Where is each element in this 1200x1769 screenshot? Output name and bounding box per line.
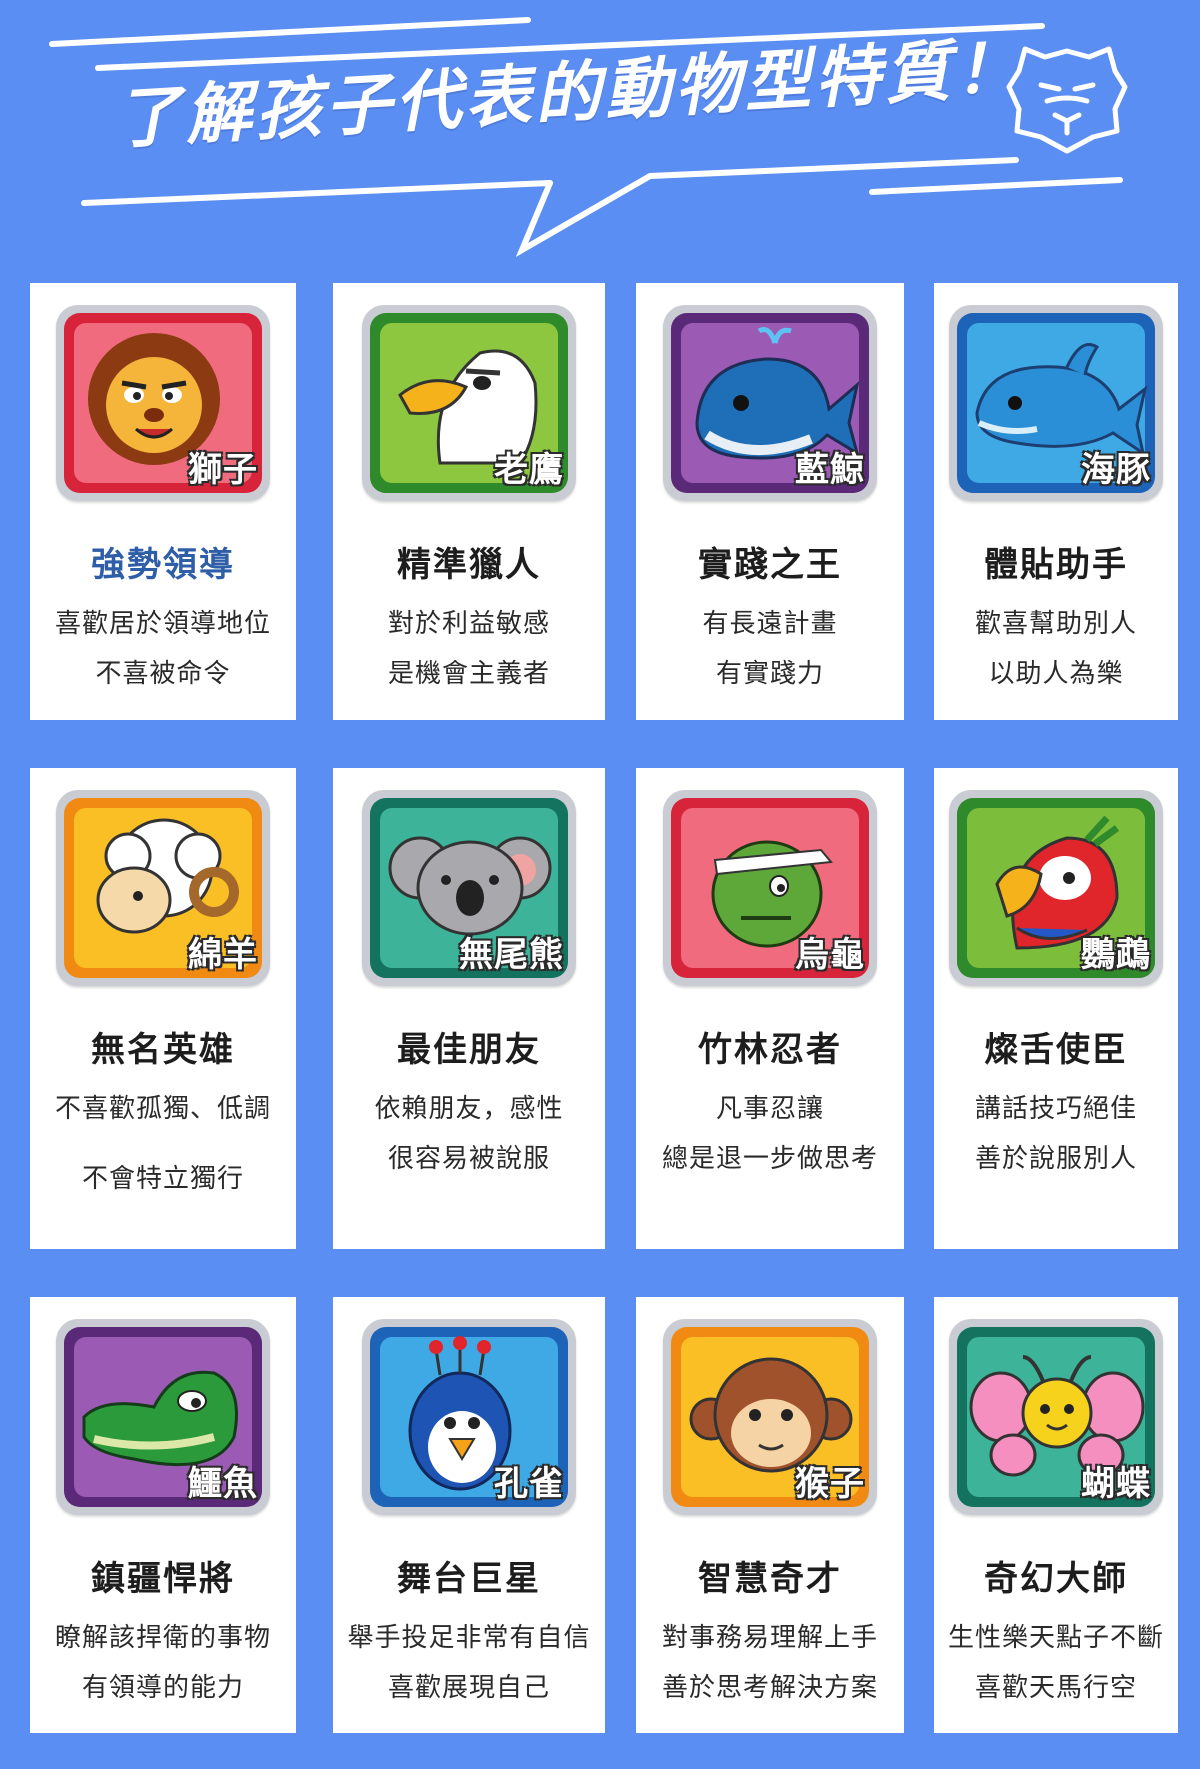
card-title: 強勢領導 [91, 545, 235, 585]
card-desc-line-2: 有實踐力 [715, 659, 824, 689]
animal-card-koala[interactable]: 無尾熊 最佳朋友 依賴朋友，感性 很容易被說服 [333, 768, 605, 1249]
animal-label: 綿羊 [187, 934, 258, 976]
card-desc-line-1: 講話技巧絕佳 [974, 1094, 1137, 1124]
card-desc-line-2: 善於思考解決方案 [661, 1673, 878, 1703]
card-desc-line-1: 歡喜幫助別人 [974, 609, 1137, 639]
card-title: 燦舌使臣 [984, 1030, 1128, 1070]
animal-label: 蝴蝶 [1080, 1463, 1151, 1505]
animal-badge: 鱷魚 [56, 1319, 270, 1515]
lion-outline-icon [1006, 46, 1128, 154]
card-desc-line-1: 依賴朋友，感性 [374, 1094, 564, 1124]
animal-label: 鸚鵡 [1080, 934, 1151, 976]
card-title: 鎮疆悍將 [91, 1559, 235, 1599]
card-desc-line-2: 有領導的能力 [81, 1673, 244, 1703]
animal-card-sheep[interactable]: 綿羊 無名英雄 不喜歡孤獨、低調 不會特立獨行 [30, 768, 296, 1249]
card-title: 舞台巨星 [397, 1559, 541, 1599]
animal-badge: 無尾熊 [362, 790, 576, 986]
card-title: 實踐之王 [698, 545, 842, 585]
card-title: 無名英雄 [91, 1030, 235, 1070]
card-title: 竹林忍者 [698, 1030, 842, 1070]
animal-card-whale[interactable]: 藍鯨 實踐之王 有長遠計畫 有實踐力 [636, 283, 904, 720]
animal-badge: 猴子 [663, 1319, 877, 1515]
animal-label: 藍鯨 [794, 449, 865, 491]
card-desc-line-2: 總是退一步做思考 [661, 1144, 878, 1174]
animal-badge: 老鷹 [362, 305, 576, 501]
animal-card-crocodile[interactable]: 鱷魚 鎮疆悍將 瞭解該捍衛的事物 有領導的能力 [30, 1297, 296, 1733]
card-desc-line-1: 凡事忍讓 [715, 1094, 824, 1124]
animal-badge: 孔雀 [362, 1319, 576, 1515]
card-desc-line-1: 對於利益敏感 [387, 609, 550, 639]
animal-card-peacock[interactable]: 孔雀 舞台巨星 舉手投足非常有自信 喜歡展現自己 [333, 1297, 605, 1733]
animal-label: 老鷹 [493, 449, 564, 491]
animal-card-monkey[interactable]: 猴子 智慧奇才 對事務易理解上手 善於思考解決方案 [636, 1297, 904, 1733]
animal-badge: 藍鯨 [663, 305, 877, 501]
animal-badge: 綿羊 [56, 790, 270, 986]
header-banner: 了解孩子代表的動物型特質！ [0, 0, 1200, 270]
animal-label: 無尾熊 [458, 934, 564, 976]
card-desc-line-2: 很容易被說服 [387, 1144, 550, 1174]
animal-badge: 烏龜 [663, 790, 877, 986]
card-desc-line-1: 瞭解該捍衛的事物 [54, 1623, 271, 1653]
animal-card-butterfly[interactable]: 蝴蝶 奇幻大師 生性樂天點子不斷 喜歡天馬行空 [934, 1297, 1178, 1733]
card-desc-line-2: 以助人為樂 [988, 659, 1124, 689]
card-desc-line-2: 喜歡天馬行空 [974, 1673, 1137, 1703]
card-desc-line-2: 善於說服別人 [974, 1144, 1137, 1174]
animal-card-lion[interactable]: 獅子 強勢領導 喜歡居於領導地位 不喜被命令 [30, 283, 296, 720]
animal-label: 海豚 [1080, 449, 1151, 491]
animal-label: 烏龜 [794, 934, 865, 976]
card-desc-line-2: 不喜被命令 [95, 659, 231, 689]
card-desc-line-1: 對事務易理解上手 [661, 1623, 878, 1653]
card-desc-line-2: 是機會主義者 [387, 659, 550, 689]
card-title: 體貼助手 [984, 545, 1128, 585]
animal-badge: 獅子 [56, 305, 270, 501]
animal-label: 鱷魚 [187, 1463, 258, 1505]
animal-label: 孔雀 [493, 1463, 564, 1505]
card-desc-line-2: 不會特立獨行 [81, 1164, 244, 1194]
card-title: 精準獵人 [397, 545, 541, 585]
card-title: 智慧奇才 [698, 1559, 842, 1599]
card-desc-line-1: 不喜歡孤獨、低調 [54, 1094, 271, 1124]
animal-card-parrot[interactable]: 鸚鵡 燦舌使臣 講話技巧絕佳 善於說服別人 [934, 768, 1178, 1249]
animal-card-eagle[interactable]: 老鷹 精準獵人 對於利益敏感 是機會主義者 [333, 283, 605, 720]
animal-badge: 鸚鵡 [949, 790, 1163, 986]
animal-card-dolphin[interactable]: 海豚 體貼助手 歡喜幫助別人 以助人為樂 [934, 283, 1178, 720]
card-title: 最佳朋友 [397, 1030, 541, 1070]
animal-badge: 蝴蝶 [949, 1319, 1163, 1515]
card-title: 奇幻大師 [984, 1559, 1128, 1599]
card-desc-line-1: 喜歡居於領導地位 [54, 609, 271, 639]
animal-card-turtle[interactable]: 烏龜 竹林忍者 凡事忍讓 總是退一步做思考 [636, 768, 904, 1249]
animal-label: 猴子 [794, 1463, 865, 1505]
card-desc-line-1: 有長遠計畫 [702, 609, 838, 639]
animal-label: 獅子 [187, 449, 258, 491]
animal-badge: 海豚 [949, 305, 1163, 501]
card-desc-line-1: 舉手投足非常有自信 [347, 1623, 591, 1653]
card-desc-line-1: 生性樂天點子不斷 [947, 1623, 1164, 1653]
card-desc-line-2: 喜歡展現自己 [387, 1673, 550, 1703]
